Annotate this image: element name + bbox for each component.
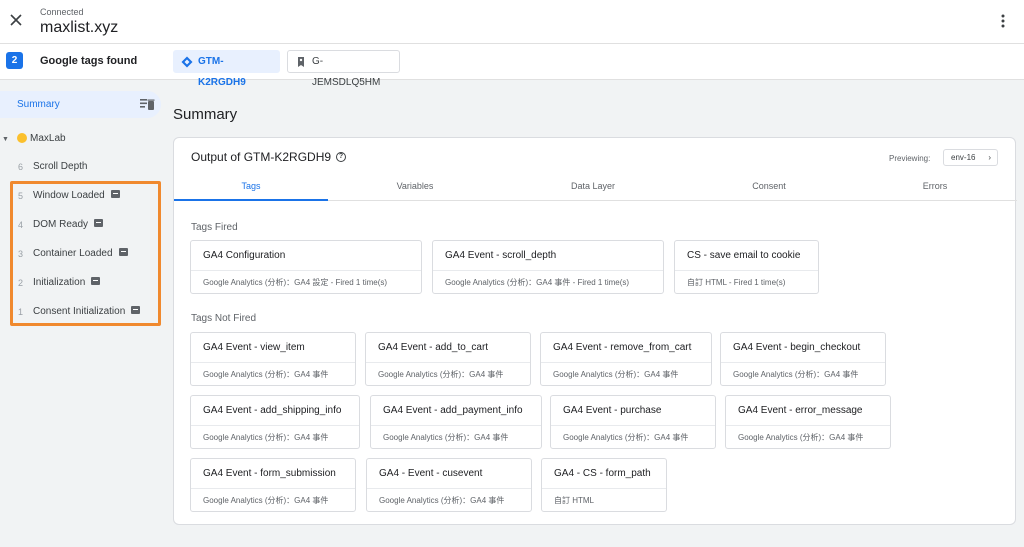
event-number: 6 — [18, 162, 24, 172]
sidebar-item-summary[interactable]: Summary — [0, 91, 161, 118]
output-tabs: Tags Variables Data Layer Consent Errors — [174, 176, 1017, 201]
tag-strip: 2 Google tags found GTM-K2RGDH9 G-JEMSDL… — [0, 44, 1024, 88]
divider — [542, 488, 666, 489]
tags-not-fired-heading: Tags Not Fired — [191, 313, 257, 324]
tag-name: GA4 Event - error_message — [738, 405, 863, 416]
tag-type: Google Analytics (分析)：GA4 事件 — [378, 370, 504, 379]
tag-name: GA4 Event - remove_from_cart — [553, 342, 692, 353]
connected-site: maxlist.xyz — [40, 19, 119, 36]
tag-card-fired[interactable]: GA4 Configuration Google Analytics (分析)：… — [190, 240, 422, 294]
container-tab-ga[interactable]: G-JEMSDLQ5HM — [287, 50, 400, 88]
tag-type: Google Analytics (分析)：GA4 事件 — [563, 433, 689, 442]
tag-name: GA4 - CS - form_path — [554, 468, 651, 479]
tag-name: GA4 Event - form_submission — [203, 468, 336, 479]
container-id: GTM-K2RGDH9 — [198, 56, 246, 88]
tag-type: Google Analytics (分析)：GA4 事件 — [553, 370, 679, 379]
divider — [367, 488, 531, 489]
divider — [541, 362, 711, 363]
tag-name: CS - save email to cookie — [687, 250, 801, 261]
tag-type: Google Analytics (分析)：GA4 事件 — [733, 370, 859, 379]
connection-status: Connected — [40, 7, 84, 17]
output-card: Output of GTM-K2RGDH9? Previewing: env-1… — [173, 137, 1017, 525]
divider — [191, 270, 421, 271]
tag-count-badge: 2 — [6, 52, 23, 69]
tag-card-not-fired[interactable]: GA4 Event - add_shipping_info Google Ana… — [190, 395, 360, 449]
tag-type: Google Analytics (分析)：GA4 事件 — [203, 370, 329, 379]
container-tab-gtm[interactable]: GTM-K2RGDH9 — [173, 50, 280, 88]
divider — [551, 425, 715, 426]
tag-name: GA4 Configuration — [203, 250, 286, 261]
divider — [191, 362, 355, 363]
tab-variables[interactable]: Variables — [338, 176, 492, 201]
highlight-annotation — [10, 181, 161, 326]
tag-type: Google Analytics (分析)：GA4 設定 - Fired 1 t… — [203, 278, 388, 287]
tag-card-not-fired[interactable]: GA4 Event - remove_from_cart Google Anal… — [540, 332, 712, 386]
event-label: Scroll Depth — [33, 161, 88, 172]
tag-type: Google Analytics (分析)：GA4 事件 — [203, 496, 329, 505]
tag-type: Google Analytics (分析)：GA4 事件 — [383, 433, 509, 442]
divider — [726, 425, 890, 426]
tag-name: GA4 Event - view_item — [203, 342, 305, 353]
tag-name: GA4 Event - add_to_cart — [378, 342, 489, 353]
tag-card-not-fired[interactable]: GA4 Event - view_item Google Analytics (… — [190, 332, 356, 386]
top-bar: Connected maxlist.xyz — [0, 0, 1024, 44]
divider — [721, 362, 885, 363]
gtm-icon — [181, 56, 193, 68]
tab-errors[interactable]: Errors — [858, 176, 1012, 201]
divider — [371, 425, 541, 426]
tag-card-not-fired[interactable]: GA4 - CS - form_path 自訂 HTML — [541, 458, 667, 512]
tag-card-not-fired[interactable]: GA4 - Event - cusevent Google Analytics … — [366, 458, 532, 512]
tag-type: Google Analytics (分析)：GA4 事件 — [379, 496, 505, 505]
tag-type: Google Analytics (分析)：GA4 事件 — [203, 433, 329, 442]
tag-name: GA4 Event - purchase — [563, 405, 662, 416]
divider — [433, 270, 663, 271]
sidebar-item-label: Summary — [17, 99, 60, 110]
card-title: Output of GTM-K2RGDH9? — [191, 150, 347, 164]
tag-name: GA4 Event - add_payment_info — [383, 405, 523, 416]
help-icon[interactable]: ? — [336, 151, 347, 162]
tag-type: 自訂 HTML - Fired 1 time(s) — [687, 278, 786, 287]
collapse-caret-icon[interactable]: ▼ — [2, 136, 9, 143]
page-status-icon — [17, 133, 27, 143]
tag-card-fired[interactable]: GA4 Event - scroll_depth Google Analytic… — [432, 240, 664, 294]
tag-icon — [298, 57, 304, 67]
environment-selector[interactable]: env-16 › — [943, 149, 998, 166]
tag-name: GA4 Event - scroll_depth — [445, 250, 557, 261]
divider — [366, 362, 530, 363]
tag-type: 自訂 HTML — [554, 496, 594, 505]
tag-card-not-fired[interactable]: GA4 Event - error_message Google Analyti… — [725, 395, 891, 449]
tag-card-not-fired[interactable]: GA4 Event - purchase Google Analytics (分… — [550, 395, 716, 449]
tag-name: GA4 - Event - cusevent — [379, 468, 483, 479]
divider — [191, 425, 359, 426]
event-sidebar: Summary ▼ MaxLab 6 Scroll Depth 5 Window… — [0, 80, 170, 547]
tag-card-not-fired[interactable]: GA4 Event - form_submission Google Analy… — [190, 458, 356, 512]
container-id: G-JEMSDLQ5HM — [312, 56, 381, 88]
tag-type: Google Analytics (分析)：GA4 事件 - Fired 1 t… — [445, 278, 630, 287]
tag-card-not-fired[interactable]: GA4 Event - add_payment_info Google Anal… — [370, 395, 542, 449]
tags-found-label: Google tags found — [40, 55, 138, 67]
tag-card-fired[interactable]: CS - save email to cookie 自訂 HTML - Fire… — [674, 240, 819, 294]
more-options-icon[interactable] — [996, 12, 1010, 30]
tag-card-not-fired[interactable]: GA4 Event - begin_checkout Google Analyt… — [720, 332, 886, 386]
event-item[interactable]: 6 Scroll Depth — [0, 156, 160, 180]
close-icon[interactable] — [6, 10, 26, 30]
tab-data-layer[interactable]: Data Layer — [516, 176, 670, 201]
environment-value: env-16 — [951, 153, 976, 162]
chevron-right-icon: › — [988, 153, 991, 162]
tag-type: Google Analytics (分析)：GA4 事件 — [738, 433, 864, 442]
tag-card-not-fired[interactable]: GA4 Event - add_to_cart Google Analytics… — [365, 332, 531, 386]
tags-fired-heading: Tags Fired — [191, 222, 238, 233]
page-group-name[interactable]: MaxLab — [30, 133, 66, 144]
tab-consent[interactable]: Consent — [692, 176, 846, 201]
tag-name: GA4 Event - add_shipping_info — [203, 405, 342, 416]
divider — [675, 270, 818, 271]
previewing-label: Previewing: — [889, 154, 931, 163]
clear-messages-icon[interactable] — [139, 97, 155, 112]
tab-tags[interactable]: Tags — [174, 176, 328, 201]
tag-name: GA4 Event - begin_checkout — [733, 342, 861, 353]
page-title: Summary — [173, 106, 238, 123]
divider — [191, 488, 355, 489]
